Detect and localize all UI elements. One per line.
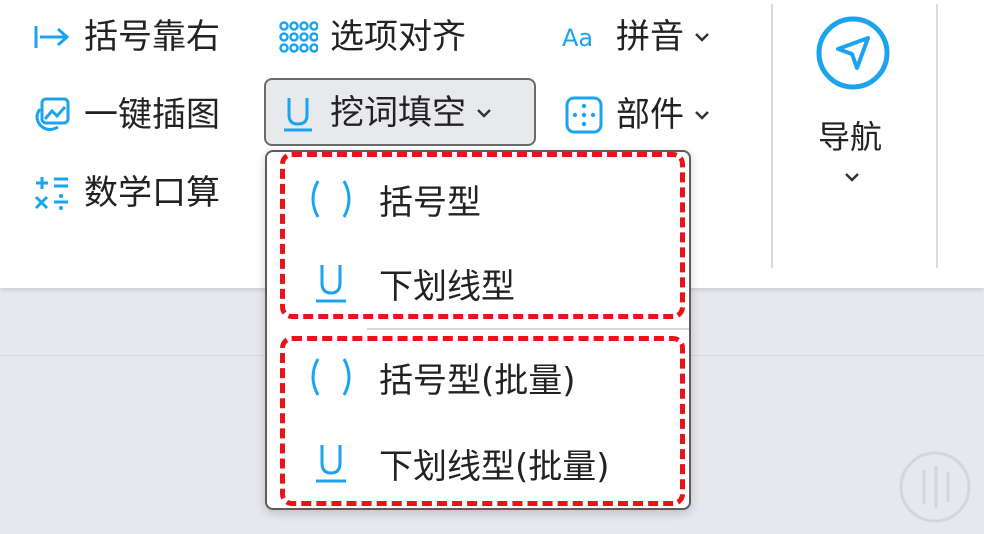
menu-separator bbox=[367, 328, 689, 330]
math-mental-button[interactable]: 数学口算 bbox=[30, 168, 220, 218]
bracket-right-label: 括号靠右 bbox=[84, 17, 220, 57]
component-grid-icon bbox=[562, 93, 606, 137]
menu-item-label: 括号型(批量) bbox=[379, 360, 576, 401]
svg-text:Aa: Aa bbox=[562, 24, 593, 52]
underline-u-icon bbox=[303, 438, 359, 488]
chevron-down-icon bbox=[694, 109, 710, 121]
chevron-down-icon bbox=[694, 31, 710, 43]
insert-image-label: 一键插图 bbox=[84, 95, 220, 135]
component-label: 部件 bbox=[616, 95, 684, 135]
menu-item-underline[interactable]: 下划线型 bbox=[267, 244, 689, 322]
parentheses-icon bbox=[303, 174, 359, 224]
math-mental-label: 数学口算 bbox=[84, 173, 220, 213]
align-right-arrow-icon bbox=[30, 15, 74, 59]
toolbar-divider bbox=[936, 4, 938, 268]
navigation-label: 导航 bbox=[818, 118, 883, 156]
chevron-down-icon bbox=[476, 107, 492, 119]
fill-blank-button[interactable]: 挖词填空 bbox=[276, 88, 492, 138]
menu-item-label: 下划线型(批量) bbox=[379, 446, 610, 487]
grid-dots-icon bbox=[276, 15, 320, 59]
option-align-label: 选项对齐 bbox=[330, 17, 466, 57]
underline-u-icon bbox=[276, 91, 320, 135]
fill-blank-label: 挖词填空 bbox=[330, 93, 466, 133]
menu-item-label: 括号型 bbox=[379, 182, 481, 223]
toolbar-divider bbox=[771, 4, 773, 268]
math-ops-icon bbox=[30, 171, 74, 215]
menu-item-bracket-batch[interactable]: 括号型(批量) bbox=[267, 338, 689, 416]
image-icon bbox=[30, 93, 74, 137]
navigation-icon bbox=[814, 14, 892, 96]
font-aa-icon: Aa bbox=[562, 15, 606, 59]
parentheses-icon bbox=[303, 352, 359, 402]
pinyin-button[interactable]: Aa 拼音 bbox=[562, 12, 710, 62]
bracket-right-button[interactable]: 括号靠右 bbox=[30, 12, 220, 62]
option-align-button[interactable]: 选项对齐 bbox=[276, 12, 466, 62]
insert-image-button[interactable]: 一键插图 bbox=[30, 90, 220, 140]
menu-item-bracket[interactable]: 括号型 bbox=[267, 160, 689, 238]
component-button[interactable]: 部件 bbox=[562, 90, 710, 140]
chevron-down-icon bbox=[844, 168, 860, 187]
navigation-button[interactable]: 导航 bbox=[808, 10, 898, 190]
fill-blank-dropdown: 括号型 下划线型 括号型(批量) 下划线型(批量) bbox=[265, 150, 691, 510]
pinyin-label: 拼音 bbox=[616, 17, 684, 57]
menu-item-underline-batch[interactable]: 下划线型(批量) bbox=[267, 424, 689, 502]
underline-u-icon bbox=[303, 258, 359, 308]
watermark-logo-icon bbox=[896, 448, 974, 526]
menu-item-label: 下划线型 bbox=[379, 266, 515, 307]
